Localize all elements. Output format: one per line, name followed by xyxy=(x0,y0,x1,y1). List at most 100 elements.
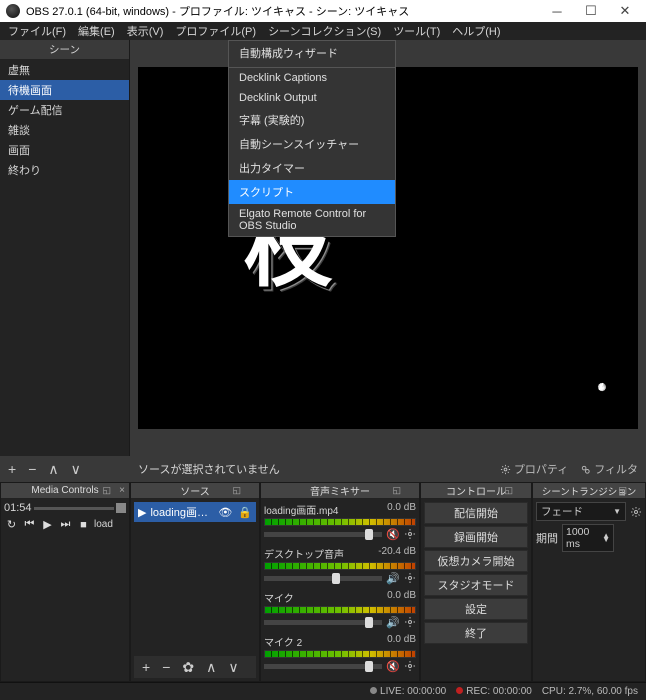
stop-icon[interactable]: ■ xyxy=(76,517,91,532)
control-button[interactable]: 配信開始 xyxy=(424,502,528,524)
channel-db: 0.0 dB xyxy=(387,590,416,605)
menu-tools[interactable]: ツール(T) xyxy=(387,21,446,41)
close-button[interactable]: ✕ xyxy=(608,0,642,22)
control-button[interactable]: スタジオモード xyxy=(424,574,528,596)
vu-meter xyxy=(264,650,416,658)
gear-icon[interactable] xyxy=(404,660,416,672)
dock-popout-icon[interactable]: ◱ xyxy=(504,485,513,496)
channel-db: -20.4 dB xyxy=(378,546,416,561)
remove-source-button[interactable]: − xyxy=(158,659,174,675)
live-dot-icon xyxy=(370,687,377,694)
gear-icon[interactable] xyxy=(630,506,642,518)
status-bar: LIVE: 00:00:00 REC: 00:00:00 CPU: 2.7%, … xyxy=(0,682,646,700)
dd-elgato[interactable]: Elgato Remote Control for OBS Studio xyxy=(229,204,395,236)
dock-close-icon[interactable]: × xyxy=(119,485,125,496)
window-title: OBS 27.0.1 (64-bit, windows) - プロファイル: ツ… xyxy=(26,3,409,19)
gear-icon[interactable] xyxy=(404,572,416,584)
source-settings-button[interactable]: ✿ xyxy=(178,659,198,676)
media-label: load xyxy=(94,519,113,530)
gear-icon[interactable] xyxy=(404,616,416,628)
dd-output-timer[interactable]: 出力タイマー xyxy=(229,156,395,180)
control-button[interactable]: 仮想カメラ開始 xyxy=(424,550,528,572)
filters-button[interactable]: フィルタ xyxy=(580,461,638,477)
volume-slider[interactable] xyxy=(264,664,382,669)
scenes-header: シーン xyxy=(0,40,129,60)
dock-popout-icon[interactable]: ◱ xyxy=(618,485,627,496)
spin-arrows-icon[interactable]: ▲▼ xyxy=(602,534,610,542)
sources-dock-title: ソース xyxy=(180,483,210,498)
sources-infobar: ソースが選択されていません プロパティ フィルタ xyxy=(130,456,646,482)
media-dock-header[interactable]: Media Controls ◱ × xyxy=(1,483,129,499)
transition-select[interactable]: フェード ▼ xyxy=(536,502,626,521)
scenes-panel: シーン 虚無 待機画面 ゲーム配信 雑談 画面 終わり xyxy=(0,40,130,456)
mute-button[interactable]: 🔇 xyxy=(386,659,400,673)
control-button[interactable]: 設定 xyxy=(424,598,528,620)
menu-edit[interactable]: 編集(E) xyxy=(72,21,121,41)
volume-slider[interactable] xyxy=(264,576,382,581)
control-button[interactable]: 録画開始 xyxy=(424,526,528,548)
media-dock-title: Media Controls xyxy=(31,485,98,496)
scene-item[interactable]: 待機画面 xyxy=(0,80,129,100)
menu-file[interactable]: ファイル(F) xyxy=(2,21,72,41)
mixer-dock-header[interactable]: 音声ミキサー ◱ xyxy=(261,483,419,499)
menu-help[interactable]: ヘルプ(H) xyxy=(446,21,506,41)
volume-slider[interactable] xyxy=(264,532,382,537)
mute-button[interactable]: 🔊 xyxy=(386,571,400,585)
dd-decklink-cap[interactable]: Decklink Captions xyxy=(229,67,395,88)
restart-icon[interactable]: ↻ xyxy=(4,517,19,532)
volume-slider[interactable] xyxy=(264,620,382,625)
remove-scene-button[interactable]: − xyxy=(24,461,40,477)
channel-name: マイク 2 xyxy=(264,634,302,649)
dd-scene-switch[interactable]: 自動シーンスイッチャー xyxy=(229,132,395,156)
play-icon[interactable]: ▶ xyxy=(40,517,55,532)
scene-toolbar: + − ∧ ∨ xyxy=(0,456,130,482)
mute-button[interactable]: 🔊 xyxy=(386,615,400,629)
next-icon[interactable]: ⏭ xyxy=(58,517,73,532)
scene-down-button[interactable]: ∨ xyxy=(67,461,85,478)
scene-item[interactable]: 終わり xyxy=(0,160,129,180)
media-seek-bar[interactable] xyxy=(34,507,114,510)
properties-label: プロパティ xyxy=(514,461,568,477)
channel-name: loading画面.mp4 xyxy=(264,502,338,517)
scene-item[interactable]: ゲーム配信 xyxy=(0,100,129,120)
add-source-button[interactable]: + xyxy=(138,659,154,675)
dock-popout-icon[interactable]: ◱ xyxy=(102,485,111,496)
prev-icon[interactable]: ⏮ xyxy=(22,517,37,532)
menu-view[interactable]: 表示(V) xyxy=(121,21,170,41)
mute-button[interactable]: 🔇 xyxy=(386,527,400,541)
scene-up-button[interactable]: ∧ xyxy=(44,461,62,478)
sources-dock-header[interactable]: ソース ◱ xyxy=(131,483,259,499)
status-rec: REC: 00:00:00 xyxy=(466,686,532,697)
lock-icon[interactable]: 🔒 xyxy=(238,506,252,519)
properties-button[interactable]: プロパティ xyxy=(500,461,568,477)
minimize-button[interactable]: ─ xyxy=(540,0,574,22)
menu-scenes[interactable]: シーンコレクション(S) xyxy=(262,21,387,41)
source-down-button[interactable]: ∨ xyxy=(224,659,242,676)
source-up-button[interactable]: ∧ xyxy=(202,659,220,676)
controls-dock-header[interactable]: コントロール ◱ xyxy=(421,483,531,499)
maximize-button[interactable]: ☐ xyxy=(574,0,608,22)
add-scene-button[interactable]: + xyxy=(4,461,20,477)
dd-captions[interactable]: 字幕 (実験的) xyxy=(229,108,395,132)
dd-scripts[interactable]: スクリプト xyxy=(229,180,395,204)
gear-icon xyxy=(500,464,511,475)
duration-spinbox[interactable]: 1000 ms ▲▼ xyxy=(562,524,614,552)
scene-item[interactable]: 虚無 xyxy=(0,60,129,80)
scene-item[interactable]: 雑談 xyxy=(0,120,129,140)
menu-profile[interactable]: プロファイル(P) xyxy=(169,21,262,41)
window-titlebar: OBS 27.0.1 (64-bit, windows) - プロファイル: ツ… xyxy=(0,0,646,22)
dock-popout-icon[interactable]: ◱ xyxy=(392,485,401,496)
eye-icon[interactable]: 👁 xyxy=(218,506,232,519)
control-button[interactable]: 終了 xyxy=(424,622,528,644)
scene-item[interactable]: 画面 xyxy=(0,140,129,160)
dock-popout-icon[interactable]: ◱ xyxy=(232,485,241,496)
dd-decklink-out[interactable]: Decklink Output xyxy=(229,88,395,108)
transition-type: フェード xyxy=(541,504,583,519)
mixer-channel: デスクトップ音声-20.4 dB 🔊 xyxy=(264,546,416,585)
dd-auto-config[interactable]: 自動構成ウィザード xyxy=(229,41,395,65)
source-item[interactable]: ▶ loading画面.mp4 👁 🔒 xyxy=(134,502,256,522)
duration-label: 期間 xyxy=(536,530,558,546)
gear-icon[interactable] xyxy=(404,528,416,540)
vu-meter xyxy=(264,562,416,570)
transitions-dock-header[interactable]: シーントランジション ◱ xyxy=(533,483,645,499)
